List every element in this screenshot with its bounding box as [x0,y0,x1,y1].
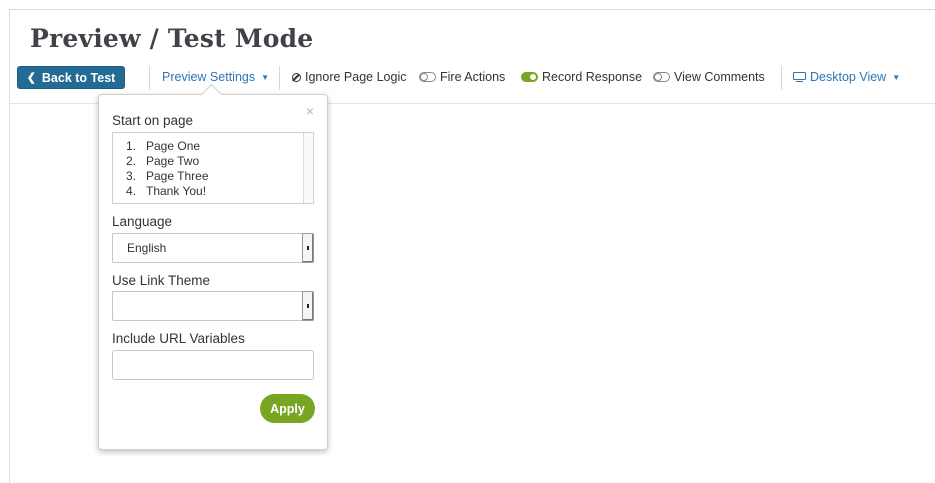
toolbar-divider [149,66,150,90]
listbox-scrollbar[interactable] [303,133,313,203]
fire-actions-toggle[interactable]: Fire Actions [419,70,505,84]
caret-down-icon: ▼ [261,72,270,82]
record-response-toggle[interactable]: Record Response [521,70,642,84]
language-label: Language [112,214,173,229]
record-response-label: Record Response [542,70,643,84]
toggle-on-icon [521,72,538,82]
desktop-view-label: Desktop View [810,70,887,84]
monitor-icon [793,71,806,83]
select-arrow-icon [302,233,314,263]
view-comments-toggle[interactable]: View Comments [653,70,765,84]
back-to-test-label: Back to Test [41,70,116,85]
url-variables-input[interactable] [112,350,314,380]
preview-settings-label: Preview Settings [162,70,256,84]
page-option[interactable]: 4. Thank You! [126,184,313,199]
close-icon[interactable]: × [306,104,314,118]
ban-icon [292,72,301,82]
apply-button[interactable]: Apply [260,394,315,423]
select-arrow-icon [302,291,314,321]
url-variables-label: Include URL Variables [112,331,245,346]
view-comments-label: View Comments [674,70,765,84]
page-option[interactable]: 2. Page Two [126,154,313,169]
toggle-off-icon [419,72,436,82]
preview-settings-popover: × Start on page 1. Page One 2. Page Two 3.… [98,83,328,450]
page-option[interactable]: 1. Page One [126,139,313,154]
preview-toolbar: ❮ Back to Test Preview Settings ▼ Ignore… [17,66,935,90]
back-to-test-button[interactable]: ❮ Back to Test [17,66,125,89]
caret-down-icon: ▼ [892,72,901,82]
ignore-page-logic-toggle[interactable]: Ignore Page Logic [292,70,406,84]
ignore-page-logic-label: Ignore Page Logic [305,70,407,84]
link-theme-label: Use Link Theme [112,273,211,288]
desktop-view-dropdown[interactable]: Desktop View ▼ [793,70,900,84]
link-theme-select[interactable] [112,291,314,321]
toolbar-divider [279,66,280,90]
preview-settings-dropdown[interactable]: Preview Settings ▼ [162,70,269,84]
chevron-left-icon: ❮ [26,72,36,84]
toolbar-divider [781,66,782,90]
page-option[interactable]: 3. Page Three [126,169,313,184]
language-value: English [127,241,167,255]
start-page-listbox[interactable]: 1. Page One 2. Page Two 3. Page Three 4. Tha… [112,132,314,204]
toggle-off-icon [653,72,670,82]
fire-actions-label: Fire Actions [440,70,506,84]
start-on-page-label: Start on page [112,113,194,128]
language-select[interactable]: English [112,233,314,263]
page-title: Preview / Test Mode [30,24,314,53]
